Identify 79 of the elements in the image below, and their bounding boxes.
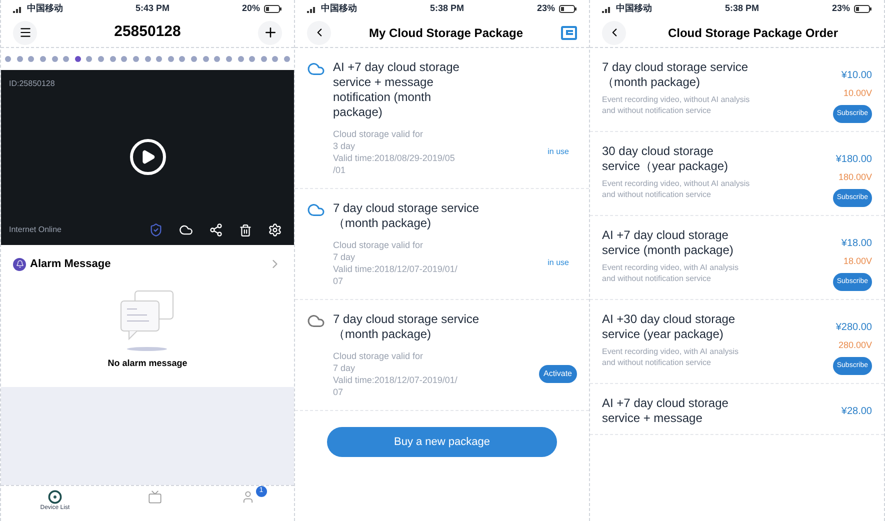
offer-description: Event recording video, without AI analysis and without notification service	[602, 178, 751, 200]
offer-description: Event recording video, with AI analysis and without notification service	[602, 262, 740, 284]
alternate-price: 18.00V	[843, 255, 872, 268]
offer-title: AI +30 day cloud storage service (year package)	[602, 312, 736, 342]
signal-icon	[13, 6, 23, 12]
offer-price: ¥10.00	[841, 69, 872, 83]
package-detail: 7 day	[333, 251, 356, 263]
package-detail: 07	[333, 386, 344, 398]
alarm-icon	[13, 258, 26, 270]
offer-description: Event recording video, with AI analysis and without notification service	[602, 346, 740, 368]
shield-icon[interactable]	[149, 223, 163, 237]
package-detail: Cloud storage valid for	[333, 128, 424, 140]
package-detail: 3 day	[333, 140, 356, 152]
cloud-icon[interactable]	[179, 223, 193, 237]
package-detail: Cloud storage valid for	[333, 239, 424, 251]
package-detail: Valid time:2018/12/07-2019/01/	[333, 263, 458, 275]
device-title: 25850128	[114, 22, 181, 42]
clock-time: 5:38 PM	[724, 2, 759, 16]
package-detail: 7 day	[333, 362, 356, 374]
tab-item[interactable]	[240, 490, 255, 504]
carrier-name: 中国移动	[616, 2, 652, 16]
offer-title: 30 day cloud storage service（year package)	[602, 144, 730, 174]
battery-icon	[854, 5, 872, 13]
offer-price: ¥280.00	[836, 321, 872, 335]
alternate-price: 280.00V	[838, 339, 872, 352]
package-detail: /01	[333, 164, 347, 176]
package-detail: Valid time:2018/12/07-2019/01/	[333, 374, 458, 386]
package-title: AI +7 day cloud storage service + message notification (month package)	[333, 60, 460, 120]
empty-message: No alarm message	[108, 357, 188, 370]
play-icon	[140, 148, 156, 164]
package-detail: Cloud storage valid for	[333, 350, 424, 362]
play-button[interactable]	[130, 138, 166, 174]
alarm-title: Alarm Message	[30, 256, 111, 272]
plus-icon	[262, 25, 278, 40]
offer-title: AI +7 day cloud storage service (month package)	[602, 228, 734, 258]
page-title: My Cloud Storage Package	[368, 24, 524, 42]
page-title: Cloud Storage Package Order	[666, 24, 840, 42]
share-icon[interactable]	[209, 223, 223, 237]
offer-description: Event recording video, without AI analysis and without notification service	[602, 94, 751, 116]
trash-icon[interactable]	[239, 224, 252, 236]
alternate-price: 180.00V	[838, 171, 872, 184]
status-label: in use	[548, 257, 570, 269]
carrier-name: 中国移动	[321, 2, 357, 16]
offer-price: ¥18.00	[841, 237, 872, 251]
add-button[interactable]	[258, 20, 282, 44]
menu-icon	[18, 26, 32, 39]
card-icon[interactable]	[561, 26, 577, 40]
clock-time: 5:38 PM	[430, 2, 464, 16]
battery-percent: 20%	[242, 2, 260, 16]
status-label: in use	[548, 146, 570, 158]
signal-icon	[602, 6, 612, 12]
tv-icon	[148, 490, 162, 504]
device-id: ID:25850128	[9, 78, 55, 90]
location-icon	[48, 490, 62, 504]
package-title: 7 day cloud storage service（month package)	[333, 201, 480, 231]
battery-icon	[559, 5, 577, 13]
back-button[interactable]	[602, 20, 626, 44]
offer-title: AI +7 day cloud storage service + message	[602, 396, 730, 426]
package-detail: Valid time:2018/08/29-2019/05	[333, 152, 455, 164]
package-title: 7 day cloud storage service（month package)	[333, 312, 480, 342]
battery-percent: 23%	[832, 2, 850, 16]
back-button[interactable]	[307, 20, 331, 44]
battery-icon	[264, 5, 282, 13]
offer-price: ¥28.00	[841, 405, 872, 419]
offer-title: 7 day cloud storage service（month package)	[602, 60, 750, 90]
alternate-price: 10.00V	[843, 87, 872, 100]
buy-package-button[interactable]: Buy a new package	[327, 427, 557, 457]
package-detail: 07	[333, 275, 344, 287]
clock-time: 5:43 PM	[135, 2, 170, 16]
carrier-name: 中国移动	[27, 2, 63, 16]
menu-button[interactable]	[13, 20, 37, 44]
connection-status: Internet Online	[9, 224, 62, 236]
tab-item[interactable]	[148, 490, 162, 504]
offer-price: ¥180.00	[836, 153, 872, 167]
activate-button[interactable]: Activate	[538, 365, 577, 383]
settings-icon[interactable]	[268, 223, 282, 237]
battery-percent: 23%	[536, 2, 555, 16]
signal-icon	[307, 6, 317, 12]
person-icon	[240, 490, 255, 504]
